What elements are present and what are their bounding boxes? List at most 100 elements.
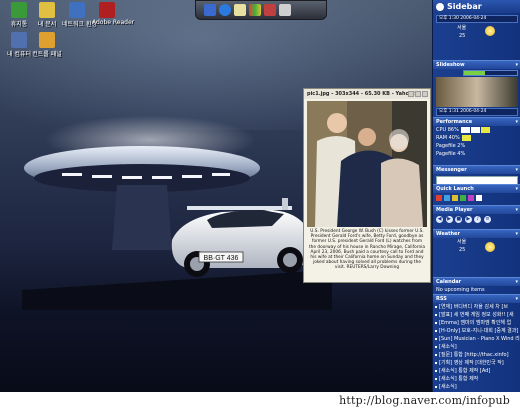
desktop-icon-recycle-bin[interactable]: 휴지통 xyxy=(4,2,34,28)
perf-pagefile1: Pagefile 2% xyxy=(436,143,466,149)
popup-maximize-button[interactable] xyxy=(415,91,421,97)
recycle-bin-icon xyxy=(11,2,27,18)
slideshow-clock: 오후 1:31 2006-04-24 xyxy=(436,108,518,116)
calendar-section: Calendar ▾ No upcoming items xyxy=(433,277,520,294)
performance-title[interactable]: Performance ▾ xyxy=(433,117,520,126)
wallpaper-building-car: BB·GT 436 xyxy=(22,146,332,310)
weather-title[interactable]: Weather ▾ xyxy=(433,229,520,238)
rss-item[interactable]: [Emma] 엠마의 엠마엠 확인해 업 xyxy=(433,319,520,327)
license-plate: BB·GT 436 xyxy=(204,255,239,262)
photo-icon[interactable] xyxy=(249,4,261,16)
sun-icon xyxy=(485,26,495,36)
desktop-icon-my-documents[interactable]: 내 문서 xyxy=(32,2,62,28)
tools-icon[interactable] xyxy=(264,4,276,16)
weather1-city: 서울 xyxy=(457,25,467,31)
desktop-icon-network[interactable]: 네트워크 환경 xyxy=(62,2,97,28)
weather-section: Weather ▾ 서울 25 xyxy=(433,229,520,254)
chevron-down-icon[interactable]: ▾ xyxy=(515,118,518,126)
clock-section: 오후 1:30 2006-04-24 서울 25 xyxy=(433,14,520,40)
photo-popup: pic1.jpg - 303x344 - 65.30 KB - Yahoo Sl… xyxy=(303,88,431,283)
sidebar-header[interactable]: Sidebar xyxy=(433,0,520,13)
slideshow-title[interactable]: Slideshow ▾ xyxy=(433,60,520,69)
app-icon-5[interactable] xyxy=(468,195,474,201)
sun-icon xyxy=(485,242,495,252)
desktop: BB·GT 436 휴지통 내 문서 네트워크 환경 Adobe Reader … xyxy=(0,0,432,392)
chevron-down-icon[interactable]: ▾ xyxy=(515,166,518,174)
rss-item[interactable]: [새소식] 통합 제작 [Ad] xyxy=(433,367,520,375)
windows-logo-icon[interactable] xyxy=(204,4,216,16)
quicklaunch-section: Quick Launch ▾ xyxy=(433,184,520,203)
app-icon-2[interactable] xyxy=(444,195,450,201)
rss-item[interactable]: [새소식] 통합 제작 xyxy=(433,375,520,383)
mediaplayer-section: Media Player ▾ ◀ ▶ ■ ▶ ♪ ≡ xyxy=(433,205,520,225)
messenger-title[interactable]: Messenger ▾ xyxy=(433,165,520,174)
sidebar: Sidebar 오후 1:30 2006-04-24 서울 25 Slidesh… xyxy=(432,0,520,392)
chevron-down-icon[interactable]: ▾ xyxy=(515,61,518,69)
clock-display: 오후 1:30 2006-04-24 xyxy=(436,15,518,23)
slideshow-thumbnail[interactable] xyxy=(436,77,518,107)
network-icon xyxy=(69,2,85,18)
news-photo xyxy=(307,101,427,227)
quick-launcher-bar xyxy=(195,0,327,20)
caption-credit: REUTERS/Larry Downing xyxy=(346,265,400,271)
calendar-title[interactable]: Calendar ▾ xyxy=(433,277,520,286)
control-panel-icon xyxy=(39,32,55,48)
perf-cpu: CPU 86% xyxy=(433,126,520,134)
desktop-icon-my-computer[interactable]: 내 컴퓨터 xyxy=(4,32,34,58)
rss-item[interactable]: [발표] 세 번째 게임 정보 성화!! [새 xyxy=(433,311,520,319)
popup-controls xyxy=(408,91,428,97)
info-icon[interactable] xyxy=(219,4,231,16)
blog-url-watermark: http://blog.naver.com/infopub xyxy=(339,394,510,407)
open-icon[interactable]: ≡ xyxy=(483,216,491,223)
chevron-down-icon[interactable]: ▾ xyxy=(515,278,518,286)
stop-icon[interactable]: ■ xyxy=(455,216,463,223)
app-icon-6[interactable] xyxy=(476,195,482,201)
rss-item[interactable]: [H-Only] 보호-지니-대회 [중계 결과] xyxy=(433,327,520,335)
desktop-icon-adobe-reader[interactable]: Adobe Reader xyxy=(92,2,134,26)
chevron-down-icon[interactable]: ▾ xyxy=(515,230,518,238)
app-icon-1[interactable] xyxy=(436,195,442,201)
popup-close-button[interactable] xyxy=(422,91,428,97)
performance-section: Performance ▾ CPU 86% RAM 40% Pagefile 2%… xyxy=(433,117,520,158)
app-icon-3[interactable] xyxy=(452,195,458,201)
quicklaunch-icons xyxy=(433,193,520,203)
computer-icon xyxy=(11,32,27,48)
perf-ram: RAM 40% xyxy=(433,134,520,142)
rss-item[interactable]: [Sun] Musician - Piano X Wind 리뷰 xyxy=(433,335,520,343)
next-icon[interactable]: ▶ xyxy=(464,216,472,223)
quicklaunch-title[interactable]: Quick Launch ▾ xyxy=(433,184,520,193)
rss-item[interactable]: [연재] 버디버디 자율 감세 차 [브 xyxy=(433,303,520,311)
rss-item[interactable]: [새소식] xyxy=(433,383,520,391)
slideshow-progress[interactable] xyxy=(463,70,518,76)
footer: http://blog.naver.com/infopub xyxy=(0,392,520,414)
rss-item[interactable]: [기획] 영상 제작 [대한민국 작] xyxy=(433,359,520,367)
app-icon-4[interactable] xyxy=(460,195,466,201)
pdf-icon xyxy=(99,2,115,18)
prev-icon[interactable]: ◀ xyxy=(436,216,443,223)
photo-caption: U.S. President George W. Bush (C) kisses… xyxy=(308,229,426,271)
sidebar-logo-icon xyxy=(436,2,444,11)
calendar-text: No upcoming items xyxy=(436,287,485,293)
weather2-city: 서울 xyxy=(457,239,467,245)
rss-title[interactable]: RSS ▾ xyxy=(433,294,520,303)
weather2-temp: 25 xyxy=(459,247,466,253)
rss-section: RSS ▾ [연재] 버디버디 자율 감세 차 [브 [발표] 세 번째 게임 정… xyxy=(433,294,520,391)
chevron-down-icon[interactable]: ▾ xyxy=(515,206,518,214)
mediaplayer-title[interactable]: Media Player ▾ xyxy=(433,205,520,214)
slideshow-section: Slideshow ▾ 오후 1:31 2006-04-24 xyxy=(433,60,520,117)
rss-item[interactable]: [질문] 통합 [http://thac.xinfo] xyxy=(433,351,520,359)
rss-item[interactable]: [새소식] xyxy=(433,343,520,351)
export-icon[interactable] xyxy=(279,4,291,16)
play-icon[interactable]: ▶ xyxy=(445,216,453,223)
weather1-temp: 25 xyxy=(459,33,466,39)
note-icon[interactable] xyxy=(234,4,246,16)
chevron-down-icon[interactable]: ▾ xyxy=(515,295,518,303)
mediaplayer-controls: ◀ ▶ ■ ▶ ♪ ≡ xyxy=(433,214,520,225)
mute-icon[interactable]: ♪ xyxy=(474,216,482,223)
chevron-down-icon[interactable]: ▾ xyxy=(515,185,518,193)
sidebar-title: Sidebar xyxy=(447,2,482,11)
perf-pagefile2: Pagefile 4% xyxy=(436,151,466,157)
desktop-icon-control-panel[interactable]: 컨트롤 패널 xyxy=(32,32,62,58)
folder-icon xyxy=(39,2,55,18)
popup-minimize-button[interactable] xyxy=(408,91,414,97)
